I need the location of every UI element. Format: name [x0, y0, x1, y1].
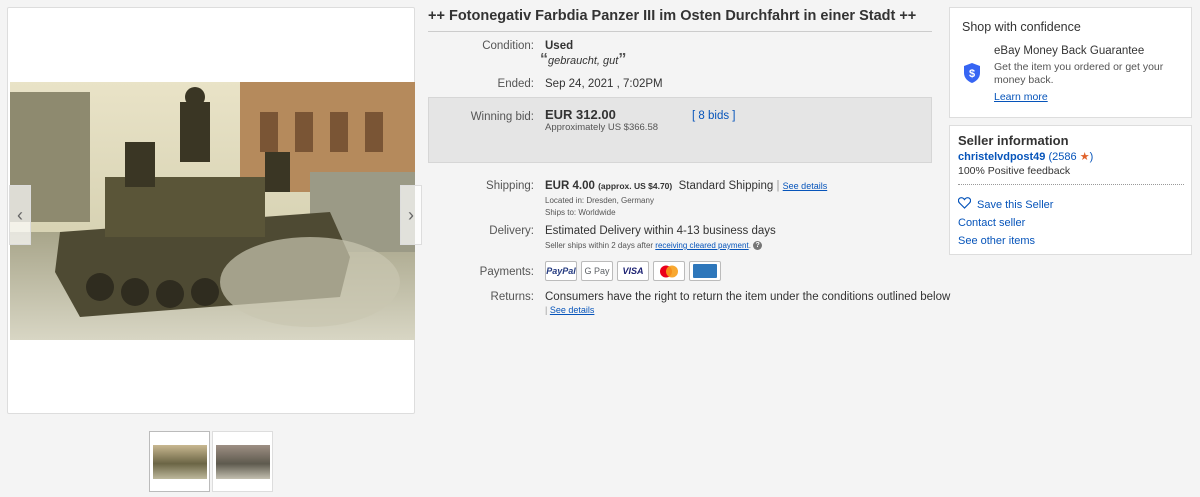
shipping-details-link[interactable]: See details — [783, 181, 828, 191]
heart-icon — [957, 197, 972, 212]
shipping-method: Standard Shipping — [678, 180, 774, 192]
thumbnail-1[interactable] — [149, 431, 210, 492]
mastercard-icon — [653, 261, 685, 281]
main-photo[interactable] — [10, 82, 415, 340]
guarantee-title: eBay Money Back Guarantee — [994, 45, 1145, 57]
cleared-payment-link[interactable]: receiving cleared payment — [655, 241, 748, 250]
seller-information-panel: Seller information christelvdpost49 (258… — [949, 125, 1192, 255]
paypal-icon: PayPal — [545, 261, 577, 281]
main-photo-panel: ‹ › — [7, 7, 422, 414]
confidence-title: Shop with confidence — [962, 20, 1081, 34]
located-in: Located in: Dresden, Germany — [545, 196, 654, 205]
delivery-note-row: Seller ships within 2 days after receivi… — [545, 241, 763, 251]
next-photo-button[interactable]: › — [400, 185, 422, 245]
open-quote: “ — [540, 51, 548, 68]
chevron-right-icon: › — [408, 205, 414, 225]
save-seller-row[interactable]: Save this Seller — [957, 197, 1053, 212]
item-title: ++ Fotonegativ Farbdia Panzer III im Ost… — [428, 8, 917, 24]
learn-more-link[interactable]: Learn more — [994, 91, 1048, 103]
winning-bid-value: EUR 312.00 — [545, 107, 616, 122]
seller-name-row: christelvdpost49 (2586 ★) — [958, 150, 1093, 163]
shipping-approx: (approx. US $4.70) — [598, 181, 673, 191]
ended-value: Sep 24, 2021 , 7:02PM — [545, 78, 663, 90]
delivery-period: . — [748, 241, 751, 250]
title-divider — [428, 31, 932, 32]
see-other-items-link[interactable]: See other items — [958, 235, 1035, 247]
shipping-label: Shipping: — [486, 180, 534, 192]
seller-divider — [958, 184, 1184, 185]
delivery-value: Estimated Delivery within 4-13 business … — [545, 225, 776, 237]
returns-value: Consumers have the right to return the i… — [545, 291, 951, 303]
bids-count: [ 8 bids ] — [692, 110, 736, 122]
shipping-cost: EUR 4.00 — [545, 180, 595, 192]
returns-sep: | — [545, 305, 548, 315]
svg-text:$: $ — [969, 68, 975, 80]
visa-icon: VISA — [617, 261, 649, 281]
prev-photo-button[interactable]: ‹ — [9, 185, 31, 245]
winning-bid-approx: Approximately US $366.58 — [545, 122, 659, 133]
close-quote: ” — [618, 51, 627, 68]
save-seller-link[interactable]: Save this Seller — [977, 199, 1053, 211]
seller-info-title: Seller information — [958, 133, 1069, 148]
ships-to: Ships to: Worldwide — [545, 208, 616, 217]
delivery-note: Seller ships within 2 days after — [545, 241, 654, 250]
delivery-label: Delivery: — [489, 225, 534, 237]
returns-label: Returns: — [490, 291, 534, 303]
google-pay-icon: G Pay — [581, 261, 613, 281]
bids-link[interactable]: 8 bids — [698, 110, 729, 122]
condition-note-text: gebraucht, gut — [548, 55, 619, 67]
shield-dollar-icon: $ — [962, 62, 982, 89]
returns-details-link[interactable]: See details — [550, 305, 595, 315]
thumbnail-2[interactable] — [212, 431, 273, 492]
condition-label: Condition: — [482, 40, 534, 52]
shop-with-confidence-panel: Shop with confidence $ eBay Money Back G… — [949, 7, 1192, 118]
winning-bid-label: Winning bid: — [470, 111, 534, 123]
star-icon: ★ — [1079, 151, 1090, 163]
winning-bid-box — [428, 97, 932, 163]
seller-score-close: ) — [1089, 151, 1094, 163]
chevron-left-icon: ‹ — [17, 205, 23, 225]
info-icon[interactable]: ? — [753, 241, 763, 251]
payments-label: Payments: — [479, 266, 534, 278]
shipping-sep: | — [776, 180, 780, 192]
seller-feedback-score[interactable]: 2586 — [1052, 151, 1076, 163]
amex-icon — [689, 261, 721, 281]
shipping-row: EUR 4.00 (approx. US $4.70) Standard Shi… — [545, 180, 827, 192]
bids-open-bracket: [ — [692, 110, 696, 122]
seller-name-link[interactable]: christelvdpost49 — [958, 151, 1045, 163]
payment-methods: PayPal G Pay VISA — [545, 261, 721, 281]
condition-note: “gebraucht, gut” — [540, 51, 626, 69]
returns-details-row: | See details — [545, 305, 594, 315]
ended-label: Ended: — [497, 78, 534, 90]
contact-seller-link[interactable]: Contact seller — [958, 217, 1025, 229]
thumbnail-strip — [149, 431, 273, 492]
bids-close-bracket: ] — [732, 110, 736, 122]
guarantee-text: Get the item you ordered or get your mon… — [994, 61, 1164, 86]
positive-feedback: 100% Positive feedback — [958, 165, 1071, 177]
